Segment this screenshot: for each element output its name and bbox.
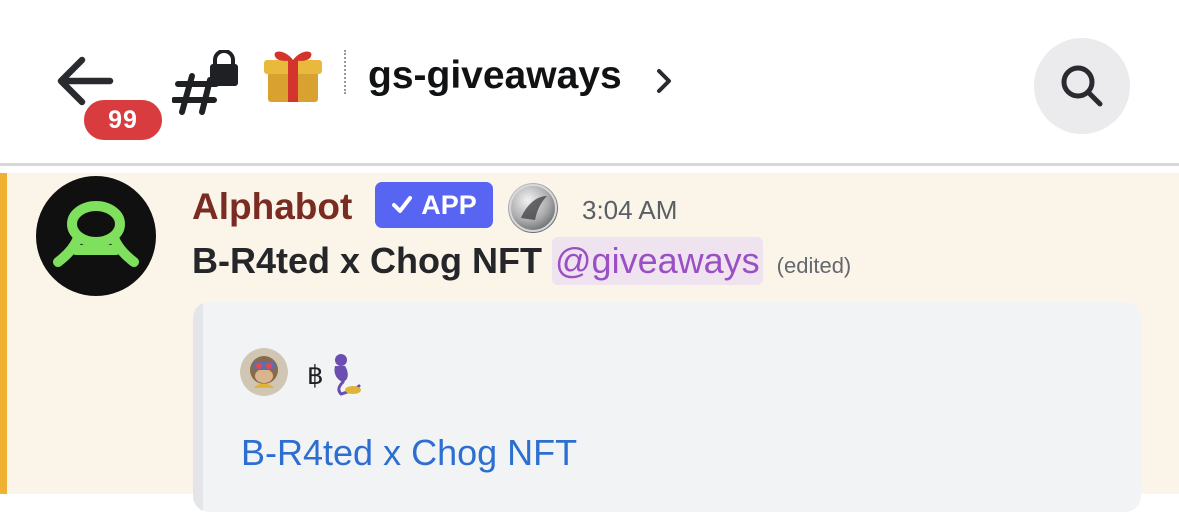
channel-header: 99 gs-giveaways <box>0 0 1179 163</box>
embed-author-name[interactable]: ฿ <box>307 360 324 390</box>
message-item[interactable]: Alphabot APP 3:04 AM B-R4ted x Chog NFT … <box>0 173 1179 512</box>
app-tag: APP <box>375 182 493 228</box>
header-divider <box>344 50 346 94</box>
locked-text-channel-icon <box>171 49 240 116</box>
search-icon <box>1061 65 1103 107</box>
search-button[interactable] <box>1034 38 1130 134</box>
message-text: B-R4ted x Chog NFT <box>192 240 542 281</box>
avatar[interactable] <box>36 176 156 296</box>
role-mention[interactable]: @giveaways <box>552 237 763 285</box>
header-separator <box>0 163 1179 166</box>
chevron-right-icon[interactable] <box>652 62 678 100</box>
embed-accent-bar <box>193 302 203 512</box>
message-content: B-R4ted x Chog NFT @giveaways (edited) <box>192 237 851 285</box>
app-tag-label: APP <box>421 189 477 220</box>
alphabot-logo-icon <box>53 201 139 267</box>
message-author[interactable]: Alphabot <box>192 185 352 229</box>
edited-indicator: (edited) <box>776 253 852 278</box>
channel-name[interactable]: gs-giveaways <box>368 52 622 100</box>
embed-author-avatar[interactable] <box>240 348 288 396</box>
genie-emoji-icon <box>327 352 363 396</box>
message-embed: ฿ B-R4ted x Chog NFT <box>193 302 1141 512</box>
mention-highlight-bar <box>0 173 7 494</box>
embed-title-link[interactable]: B-R4ted x Chog NFT <box>241 430 577 476</box>
gift-icon <box>262 46 324 104</box>
checkmark-icon <box>392 196 413 213</box>
role-icon[interactable] <box>507 182 559 234</box>
message-timestamp: 3:04 AM <box>582 195 678 225</box>
unread-badge: 99 <box>80 96 166 144</box>
